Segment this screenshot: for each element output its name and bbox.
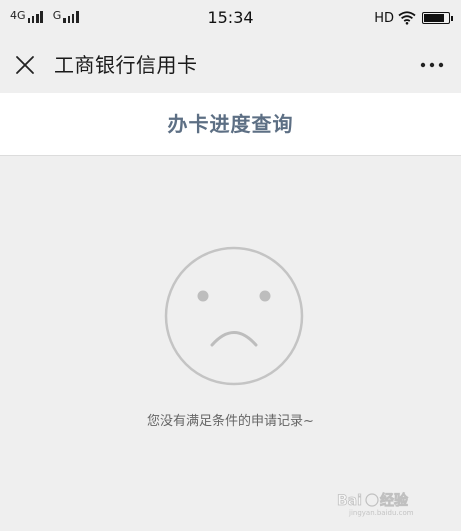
more-button[interactable] [417,52,447,78]
svg-text:jingyan.baidu.com: jingyan.baidu.com [348,509,414,517]
page-title: 办卡进度查询 [167,112,294,136]
empty-message: 您没有满足条件的申请记录~ [147,414,314,429]
empty-state: 您没有满足条件的申请记录~ [0,156,461,531]
wifi-icon [398,11,416,25]
more-dots-icon [420,62,444,68]
status-right: HD [374,9,453,27]
battery-icon [422,12,450,24]
close-icon [16,56,34,74]
svg-text:Bai: Bai [337,493,362,509]
svg-text:经验: 经验 [380,492,409,509]
baidu-jingyan-watermark: Bai 经验 jingyan.baidu.com [337,492,414,517]
sad-face-icon [164,246,304,386]
app-title: 工商银行信用卡 [54,53,198,77]
hd-indicator: HD [374,10,394,26]
battery-level [424,14,445,22]
title-bar: 工商银行信用卡 [0,36,461,93]
page-header: 办卡进度查询 [0,93,461,156]
status-bar: 4G G 15:34 HD [0,0,461,36]
battery-cap [451,15,453,21]
close-button[interactable] [10,50,40,80]
